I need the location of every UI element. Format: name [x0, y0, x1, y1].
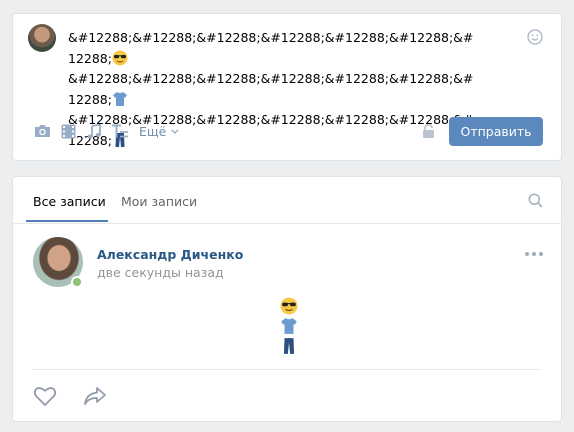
post-author[interactable]: Александр Диченко [97, 247, 243, 262]
active-tab-underline [26, 220, 108, 222]
composer-line-1: &#12288;&#12288;&#12288;&#12288;&#12288;… [68, 30, 474, 66]
tab-all-posts[interactable]: Все записи [33, 194, 106, 209]
user-avatar[interactable] [28, 24, 56, 52]
submit-post-button[interactable]: Отправить [449, 117, 543, 146]
tab-my-posts[interactable]: Мои записи [121, 194, 197, 209]
more-label: Ещё [139, 123, 167, 139]
lock-icon[interactable] [422, 124, 435, 138]
text-format-icon[interactable] [111, 123, 129, 139]
jeans-emoji-icon [283, 338, 295, 354]
sunglasses-emoji-icon [112, 50, 128, 65]
post-actions-menu-icon[interactable] [522, 252, 543, 256]
t-shirt-emoji-icon [281, 318, 297, 334]
wall-feed: Все записи Мои записи Александр Диченко … [12, 176, 562, 422]
chevron-down-icon [171, 128, 179, 134]
post-composer: &#12288;&#12288;&#12288;&#12288;&#12288;… [12, 13, 562, 161]
share-icon[interactable] [83, 385, 107, 407]
post-time[interactable]: две секунды назад [97, 265, 224, 280]
t-shirt-emoji-icon [112, 91, 127, 106]
feed-tabs: Все записи Мои записи [13, 177, 561, 224]
online-indicator [71, 276, 83, 288]
sunglasses-emoji-icon [280, 297, 298, 315]
photo-icon[interactable] [33, 123, 51, 139]
video-icon[interactable] [59, 123, 77, 139]
smiley-icon[interactable] [527, 29, 543, 45]
post-content [280, 297, 298, 357]
composer-line-2: &#12288;&#12288;&#12288;&#12288;&#12288;… [68, 71, 474, 107]
music-icon[interactable] [85, 123, 103, 139]
post-divider [33, 369, 541, 370]
search-icon[interactable] [528, 193, 543, 208]
heart-icon[interactable] [33, 385, 57, 407]
attachment-toolbar: Ещё [33, 120, 179, 142]
more-attachments-button[interactable]: Ещё [139, 124, 179, 139]
